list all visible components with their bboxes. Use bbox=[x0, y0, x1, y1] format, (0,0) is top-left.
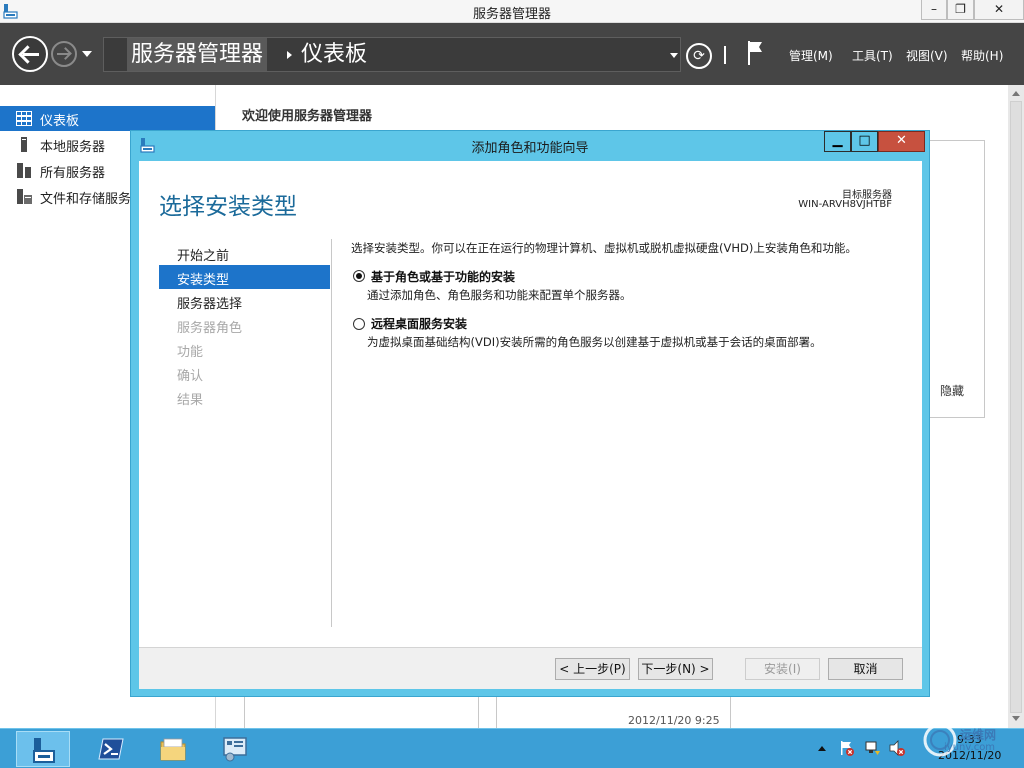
divider bbox=[244, 697, 245, 728]
step-label: 确认 bbox=[177, 369, 204, 384]
menu-view[interactable]: 视图(V) bbox=[906, 47, 948, 64]
step-before-you-begin[interactable]: 开始之前 bbox=[159, 241, 330, 265]
background-panel bbox=[928, 140, 985, 418]
taskbar-control-panel[interactable] bbox=[208, 731, 262, 767]
next-button[interactable]: 下一步(N) > bbox=[638, 658, 713, 680]
dialog-title: 添加角色和功能向导 bbox=[471, 141, 589, 156]
taskbar-file-explorer[interactable] bbox=[146, 731, 200, 767]
server-icon bbox=[21, 137, 27, 152]
watermark-url: iyunv.com bbox=[944, 742, 996, 753]
refresh-icon[interactable]: ⟳ bbox=[686, 43, 712, 69]
option-title[interactable]: 基于角色或基于功能的安装 bbox=[371, 268, 515, 285]
step-label: 开始之前 bbox=[177, 249, 230, 264]
window-title-bar: 服务器管理器 – ❐ ✕ bbox=[0, 0, 1024, 23]
add-roles-wizard-dialog: 添加角色和功能向导 ▁ □ ✕ 选择安装类型 目标服务器 WIN-ARVH8VJ… bbox=[130, 130, 930, 697]
step-results: 结果 bbox=[159, 385, 330, 409]
notifications-flag-icon[interactable] bbox=[746, 40, 764, 66]
folder-icon bbox=[160, 738, 186, 761]
divider bbox=[730, 697, 731, 728]
volume-muted-icon[interactable] bbox=[888, 739, 906, 757]
divider bbox=[496, 697, 497, 728]
install-button: 安装(I) bbox=[745, 658, 820, 680]
page-title: 选择安装类型 bbox=[159, 194, 297, 220]
step-installation-type[interactable]: 安装类型 bbox=[159, 265, 330, 289]
dialog-footer: < 上一步(P) 下一步(N) > 安装(I) 取消 bbox=[139, 647, 922, 689]
show-hidden-icons-icon[interactable] bbox=[818, 746, 826, 751]
scroll-down-icon[interactable] bbox=[1012, 716, 1020, 721]
sidebar-item-label: 文件和存储服务 bbox=[40, 192, 132, 207]
dialog-close-button[interactable]: ✕ bbox=[878, 131, 925, 152]
timestamp: 2012/11/20 9:25 bbox=[628, 714, 720, 727]
dialog-body: 选择安装类型 目标服务器 WIN-ARVH8VJHTBF 开始之前 安装类型 服… bbox=[139, 161, 922, 647]
scrollbar-thumb[interactable] bbox=[1010, 101, 1022, 713]
servers-icon bbox=[17, 163, 31, 178]
dashboard-icon bbox=[16, 111, 32, 126]
storage-icon bbox=[17, 189, 32, 204]
taskbar-server-manager[interactable] bbox=[16, 731, 70, 767]
sidebar-item-dashboard[interactable]: 仪表板 bbox=[0, 106, 215, 131]
divider bbox=[331, 239, 332, 627]
sidebar-item-label: 仪表板 bbox=[40, 114, 80, 129]
forward-arrow-icon[interactable] bbox=[51, 41, 77, 67]
role-based-installation-radio[interactable] bbox=[353, 270, 365, 282]
control-panel-icon bbox=[223, 737, 247, 762]
powershell-icon bbox=[98, 738, 124, 760]
window-title: 服务器管理器 bbox=[472, 7, 551, 22]
step-server-selection[interactable]: 服务器选择 bbox=[159, 289, 330, 313]
intro-text: 选择安装类型。你可以在正在运行的物理计算机、虚拟机或脱机虚拟硬盘(VHD)上安装… bbox=[351, 241, 857, 255]
welcome-heading: 欢迎使用服务器管理器 bbox=[242, 109, 373, 124]
server-manager-icon bbox=[33, 738, 55, 763]
breadcrumb-root[interactable]: 服务器管理器 bbox=[127, 38, 268, 71]
step-label: 功能 bbox=[177, 345, 204, 360]
watermark-logo-icon bbox=[923, 723, 957, 757]
sidebar-item-label: 本地服务器 bbox=[40, 140, 106, 155]
menu-help[interactable]: 帮助(H) bbox=[961, 47, 1003, 64]
taskbar-powershell[interactable] bbox=[84, 731, 138, 767]
watermark-text: 运维网 bbox=[960, 728, 997, 742]
network-icon[interactable] bbox=[864, 739, 882, 757]
taskbar: 9:33 2012/11/20 bbox=[0, 728, 1024, 768]
back-arrow-icon[interactable] bbox=[12, 36, 48, 72]
step-label: 结果 bbox=[177, 393, 204, 408]
maximize-button[interactable]: ❐ bbox=[947, 0, 974, 20]
step-features: 功能 bbox=[159, 337, 330, 361]
step-server-roles: 服务器角色 bbox=[159, 313, 330, 337]
close-button[interactable]: ✕ bbox=[974, 0, 1024, 20]
cancel-button[interactable]: 取消 bbox=[828, 658, 903, 680]
vertical-scrollbar[interactable] bbox=[1008, 85, 1024, 728]
navigation-bar: 服务器管理器 仪表板 ⟳ 管理(M) 工具(T) 视图(V) 帮助(H) bbox=[0, 23, 1024, 85]
option-description: 为虚拟桌面基础结构(VDI)安装所需的角色服务以创建基于虚拟机或基于会话的桌面部… bbox=[367, 335, 822, 349]
sidebar-item-label: 所有服务器 bbox=[40, 166, 106, 181]
breadcrumb-current: 仪表板 bbox=[301, 42, 368, 67]
breadcrumb-dropdown-icon[interactable] bbox=[670, 53, 678, 58]
hide-link[interactable]: 隐藏 bbox=[940, 382, 964, 399]
dialog-minimize-button[interactable]: ▁ bbox=[824, 131, 851, 152]
previous-button[interactable]: < 上一步(P) bbox=[555, 658, 630, 680]
option-title[interactable]: 远程桌面服务安装 bbox=[371, 315, 467, 332]
remote-desktop-installation-radio[interactable] bbox=[353, 318, 365, 330]
action-center-icon[interactable] bbox=[838, 739, 856, 757]
option-description: 通过添加角色、角色服务和功能来配置单个服务器。 bbox=[367, 288, 632, 302]
step-confirmation: 确认 bbox=[159, 361, 330, 385]
history-dropdown-icon[interactable] bbox=[82, 51, 92, 57]
scroll-up-icon[interactable] bbox=[1012, 91, 1020, 96]
minimize-button[interactable]: – bbox=[921, 0, 947, 20]
destination-server-name: WIN-ARVH8VJHTBF bbox=[798, 199, 892, 210]
breadcrumb-separator-icon bbox=[287, 51, 292, 59]
menu-tools[interactable]: 工具(T) bbox=[852, 47, 893, 64]
step-label: 服务器选择 bbox=[177, 297, 243, 312]
divider bbox=[724, 46, 726, 64]
breadcrumb: 服务器管理器 仪表板 bbox=[103, 37, 681, 72]
dialog-maximize-button[interactable]: □ bbox=[851, 131, 878, 152]
menu-manage[interactable]: 管理(M) bbox=[789, 47, 833, 64]
step-label: 服务器角色 bbox=[177, 321, 243, 336]
divider bbox=[478, 697, 479, 728]
step-label: 安装类型 bbox=[177, 273, 230, 288]
